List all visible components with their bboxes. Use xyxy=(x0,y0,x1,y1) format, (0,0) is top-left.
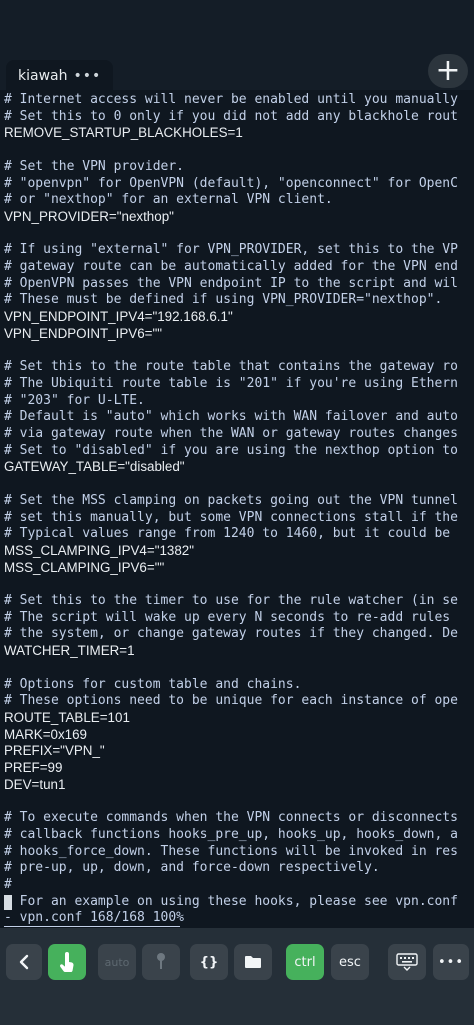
terminal-line: # Set this to the route table that conta… xyxy=(4,359,458,375)
esc-label: esc xyxy=(339,954,361,970)
terminal-line: VPN_PROVIDER="nexthop" xyxy=(4,208,174,224)
terminal-line: # callback functions hooks_pre_up, hooks… xyxy=(4,826,458,842)
terminal-line: MSS_CLAMPING_IPV4="1382" xyxy=(4,542,194,558)
esc-key[interactable]: esc xyxy=(331,944,369,980)
terminal-line: # Options for custom table and chains. xyxy=(4,676,302,692)
terminal-line: # Default is "auto" which works with WAN… xyxy=(4,409,458,425)
back-icon xyxy=(19,954,29,970)
keyboard-button[interactable] xyxy=(388,944,426,980)
terminal-line: # Set to "disabled" if you are using the… xyxy=(4,442,458,458)
terminal-line: PREFIX="VPN_" xyxy=(4,743,105,759)
terminal-line: # The script will wake up every N second… xyxy=(4,609,451,625)
auto-label: auto xyxy=(104,955,130,969)
add-tab-button[interactable]: + xyxy=(428,54,468,88)
extra-keys-bar: auto {} ctrl esc ••• xyxy=(0,928,474,1025)
ctrl-label: ctrl xyxy=(294,954,316,970)
terminal-line: # pre-up, up, down, and force-down respe… xyxy=(4,860,380,876)
touch-mode-button[interactable] xyxy=(48,944,86,980)
back-button[interactable] xyxy=(6,944,42,980)
tab-bar: kiawah ••• + xyxy=(0,0,474,92)
terminal-line: # Set this to 0 only if you did not add … xyxy=(4,108,458,124)
terminal-line: # Internet access will never be enabled … xyxy=(4,92,458,107)
terminal-line: # Set the VPN provider. xyxy=(4,158,185,174)
terminal-line: # via gateway route when the WAN or gate… xyxy=(4,426,458,441)
auto-button[interactable]: auto xyxy=(98,944,136,980)
braces-label: {} xyxy=(199,954,219,970)
terminal-line: # xyxy=(4,876,12,892)
terminal-line: # "openvpn" for OpenVPN (default), "open… xyxy=(4,175,458,191)
terminal-line: # Set this to the timer to use for the r… xyxy=(4,593,458,608)
terminal-line: # If using "external" for VPN_PROVIDER, … xyxy=(4,242,458,258)
terminal-line: # OpenVPN passes the VPN endpoint IP to … xyxy=(4,275,458,291)
status-line: - vpn.conf 168/168 100% xyxy=(4,910,185,926)
plus-icon: + xyxy=(435,53,461,88)
keyboard-icon xyxy=(396,953,418,971)
folder-icon xyxy=(245,956,261,968)
terminal-line: # These must be defined if using VPN_PRO… xyxy=(4,292,443,308)
ctrl-key[interactable]: ctrl xyxy=(286,944,324,980)
terminal-line: # Typical values range from 1240 to 1460… xyxy=(4,526,451,542)
terminal-line: # or "nexthop" for an external VPN clien… xyxy=(4,192,333,208)
terminal-line: PREF=99 xyxy=(4,760,63,775)
terminal-line: # the system, or change gateway routes i… xyxy=(4,626,458,642)
terminal-line: DEV=tun1 xyxy=(4,776,66,792)
terminal-line: VPN_ENDPOINT_IPV4="192.168.6.1" xyxy=(4,309,233,325)
folder-button[interactable] xyxy=(234,944,272,980)
tab-title: kiawah xyxy=(18,68,68,84)
tab-kiawah[interactable]: kiawah ••• xyxy=(6,60,114,92)
terminal-line: # "203" for U-LTE. xyxy=(4,392,145,408)
pin-icon xyxy=(157,953,165,969)
more-button[interactable]: ••• xyxy=(433,944,469,980)
terminal-line: # hooks_force_down. These functions will… xyxy=(4,843,458,859)
terminal-line: # To execute commands when the VPN conne… xyxy=(4,810,458,826)
pin-button[interactable] xyxy=(142,944,180,980)
terminal-line: # gateway route can be automatically add… xyxy=(4,259,458,274)
terminal-line: # For an example on using these hooks, p… xyxy=(4,893,458,909)
terminal-line: GATEWAY_TABLE="disabled" xyxy=(4,459,185,475)
more-icon: ••• xyxy=(437,954,464,970)
terminal-line: VPN_ENDPOINT_IPV6="" xyxy=(4,325,162,341)
terminal-line: # The Ubiquiti route table is "201" if y… xyxy=(4,375,458,391)
terminal-line: # These options need to be unique for ea… xyxy=(4,693,458,709)
terminal-cursor xyxy=(4,894,12,910)
terminal-view[interactable]: # Internet access will never be enabled … xyxy=(0,90,474,928)
terminal-line: WATCHER_TIMER=1 xyxy=(4,643,135,659)
terminal-line: # Set the MSS clamping on packets going … xyxy=(4,492,458,508)
tab-menu-icon[interactable]: ••• xyxy=(73,68,101,84)
terminal-line: # set this manually, but some VPN connec… xyxy=(4,509,458,525)
terminal-line: MARK=0x169 xyxy=(4,726,87,742)
terminal-line: ROUTE_TABLE=101 xyxy=(4,709,130,725)
terminal-line: REMOVE_STARTUP_BLACKHOLES=1 xyxy=(4,125,243,141)
braces-button[interactable]: {} xyxy=(190,944,228,980)
touch-icon xyxy=(60,952,74,972)
terminal-line: MSS_CLAMPING_IPV6="" xyxy=(4,559,165,575)
